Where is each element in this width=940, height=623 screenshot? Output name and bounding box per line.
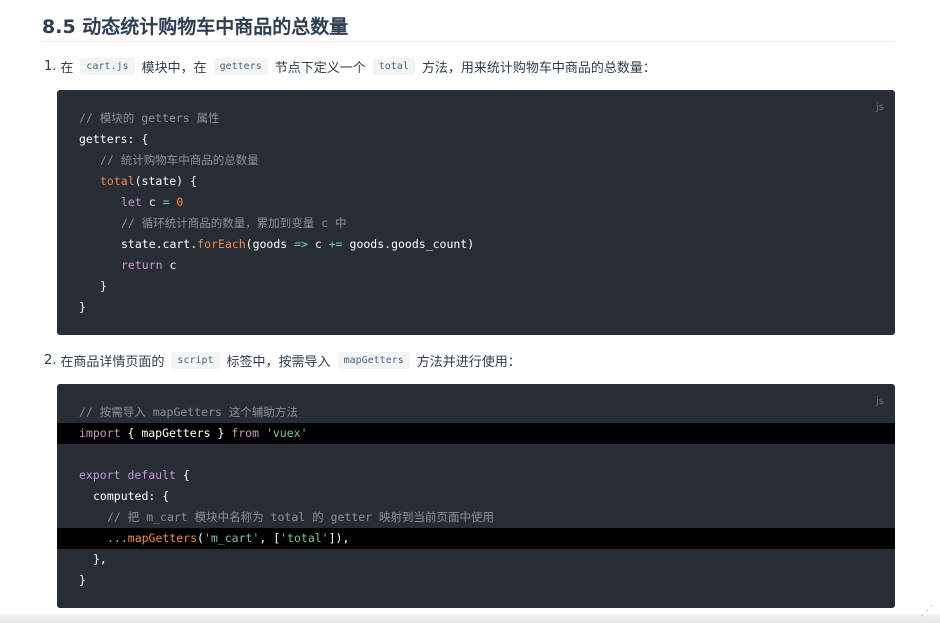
code-comment: // 统计购物车中商品的总数量: [100, 153, 259, 167]
code-token: }: [100, 279, 107, 293]
code-token: 'm_cart': [203, 531, 260, 545]
code-token: let: [121, 195, 142, 209]
code-block-mapgetters[interactable]: js // 按需导入 mapGetters 这个辅助方法 import { ma…: [57, 384, 895, 608]
code-token: , [: [259, 531, 281, 545]
bottom-shadow: [0, 614, 940, 623]
code-token: =: [162, 195, 170, 209]
code-token: total: [100, 174, 135, 188]
code-token: ]),: [328, 531, 350, 545]
code-line: export default {: [57, 465, 895, 486]
step-number: 2.: [44, 353, 57, 368]
step-text: 在: [60, 61, 74, 76]
code-line: let c = 0: [57, 192, 895, 213]
code-token: return: [121, 258, 163, 272]
code-comment: // 模块的 getters 属性: [79, 111, 220, 125]
code-token: export default: [79, 468, 176, 482]
code-token: forEach: [197, 237, 246, 251]
step-text: 方法并进行使用：: [416, 355, 521, 370]
code-line: // 把 m_cart 模块中名称为 total 的 getter 映射到当前页…: [57, 507, 895, 528]
heading-divider: [42, 41, 894, 42]
code-token: mapGetters: [127, 531, 198, 545]
step-1-paragraph: 1. 在 cart.js 模块中，在 getters 节点下定义一个 total…: [44, 57, 656, 76]
code-token: (: [197, 531, 204, 545]
step-2-paragraph: 2. 在商品详情页面的 script 标签中，按需导入 mapGetters 方…: [44, 351, 521, 370]
code-token: { mapGetters }: [120, 426, 232, 440]
code-line: // 循环统计商品的数量，累加到变量 c 中: [57, 213, 895, 234]
code-token: computed: {: [93, 489, 170, 503]
step-text: 模块中，在: [141, 61, 207, 76]
inline-code-cart-js: cart.js: [80, 58, 135, 75]
code-token: goods.goods_count): [342, 237, 475, 251]
code-token: },: [93, 552, 107, 566]
code-line: state.cart.forEach(goods => c += goods.g…: [57, 234, 895, 255]
code-token: {: [175, 468, 190, 482]
code-comment: // 把 m_cart 模块中名称为 total 的 getter 映射到当前页…: [107, 510, 495, 524]
code-token: getters: [79, 132, 128, 146]
code-line: total(state) {: [57, 171, 895, 192]
inline-code-getters: getters: [213, 58, 268, 75]
step-text: 节点下定义一个: [274, 61, 366, 76]
step-text: 在商品详情页面的: [60, 355, 165, 370]
inline-code-mapgetters: mapGetters: [337, 352, 410, 369]
code-comment: // 循环统计商品的数量，累加到变量 c 中: [121, 216, 347, 230]
code-line: }: [57, 297, 895, 318]
code-line: // 按需导入 mapGetters 这个辅助方法: [57, 402, 895, 423]
code-line: // 模块的 getters 属性: [57, 108, 895, 129]
step-text: 标签中，按需导入: [226, 355, 331, 370]
section-heading: 8.5 动态统计购物车中商品的总数量: [42, 16, 349, 38]
code-line: return c: [57, 255, 895, 276]
code-line: getters: {: [57, 129, 895, 150]
code-token: 0: [169, 195, 184, 209]
code-token: 'total': [280, 531, 329, 545]
code-line: computed: {: [57, 486, 895, 507]
code-line-highlighted: ...mapGetters('m_cart', ['total']),: [57, 528, 895, 549]
step-number: 1.: [44, 59, 57, 74]
code-token: (goods: [245, 237, 295, 251]
code-block-getters[interactable]: js // 模块的 getters 属性 getters: { // 统计购物车…: [57, 90, 895, 335]
code-line: // 统计购物车中商品的总数量: [57, 150, 895, 171]
code-token: c: [141, 195, 163, 209]
resize-handle-icon[interactable]: ⋰: [920, 603, 934, 619]
code-token: : {: [127, 132, 149, 146]
code-token: state.cart.: [121, 237, 198, 251]
code-token: from: [231, 426, 260, 440]
inline-code-total: total: [372, 58, 415, 75]
code-comment: // 按需导入 mapGetters 这个辅助方法: [79, 405, 298, 419]
inline-code-script: script: [171, 352, 220, 369]
code-token: c: [307, 237, 329, 251]
code-token: }: [79, 573, 86, 587]
code-token: import: [79, 426, 121, 440]
code-line-highlighted: import { mapGetters } from 'vuex': [57, 423, 895, 444]
code-line: },: [57, 549, 895, 570]
code-token: }: [79, 300, 86, 314]
code-line: }: [57, 276, 895, 297]
code-token: 'vuex': [259, 426, 308, 440]
code-token: =>: [294, 237, 308, 251]
code-token: c: [162, 258, 177, 272]
code-token: +=: [328, 237, 343, 251]
code-token: ...: [107, 531, 128, 545]
code-line: }: [57, 570, 895, 591]
step-text: 方法，用来统计购物车中商品的总数量：: [421, 61, 656, 76]
code-token: (state) {: [134, 174, 197, 188]
